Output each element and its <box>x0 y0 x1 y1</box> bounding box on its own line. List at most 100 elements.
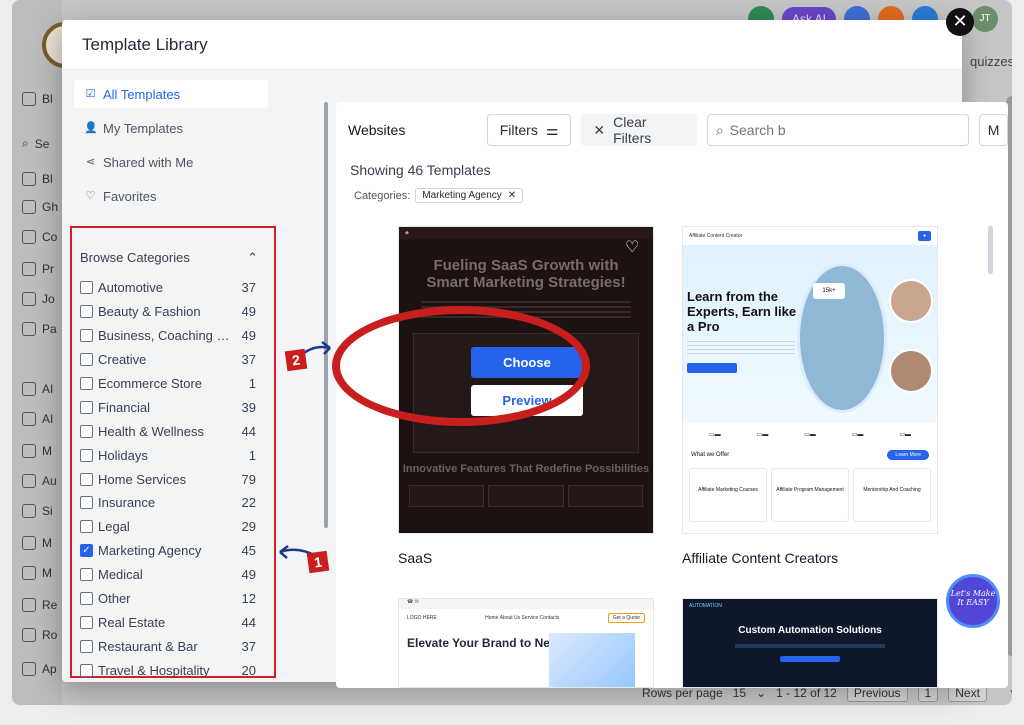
category-row[interactable]: Other 12 <box>80 587 256 611</box>
category-name: Financial <box>98 399 151 415</box>
offer-row: What we Offer Learn More <box>691 450 929 460</box>
category-checkbox[interactable] <box>80 639 93 653</box>
background-sidebar-item: Bl <box>22 92 53 106</box>
category-checkbox[interactable] <box>80 424 93 438</box>
category-row[interactable]: Real Estate 44 <box>80 610 256 634</box>
thumbnail-image <box>549 633 635 687</box>
category-row[interactable]: Automotive 37 <box>80 276 256 300</box>
category-name: Home Services <box>98 471 187 487</box>
template-card-automation[interactable]: AUTOMATION Custom Automation Solutions <box>682 598 938 688</box>
clear-filters-button[interactable]: ✕ Clear Filters <box>581 114 697 146</box>
scroll-down-icon: ▼ <box>1008 686 1012 700</box>
heart-icon[interactable]: ♡ <box>625 237 639 257</box>
background-sidebar-item: Ro <box>22 628 57 642</box>
category-checkbox[interactable] <box>80 592 93 606</box>
modal-header: Template Library <box>62 20 962 70</box>
stat-badge: 15k+ <box>813 283 845 299</box>
category-checkbox[interactable] <box>80 353 93 367</box>
category-name: Holidays <box>98 447 148 463</box>
thumbnail-nav: LOGO HERE Home About Us Service Contacts… <box>399 609 653 627</box>
section-label: Websites <box>348 122 406 138</box>
category-row[interactable]: Health & Wellness 44 <box>80 419 256 443</box>
category-checkbox[interactable] <box>80 329 93 343</box>
category-checkbox[interactable] <box>80 520 93 534</box>
category-count: 22 <box>241 495 256 511</box>
category-row[interactable]: Business, Coaching & Consulting 49 <box>80 324 256 348</box>
nav-all-templates[interactable]: ☑ All Templates <box>74 80 268 108</box>
sidebar-scrollbar[interactable] <box>324 102 328 528</box>
category-count: 1 <box>248 376 256 391</box>
more-dropdown[interactable]: M <box>978 114 1008 146</box>
avatar[interactable]: JT <box>972 6 998 32</box>
category-count: 37 <box>241 352 256 368</box>
main-scrollbar[interactable] <box>988 226 993 274</box>
category-row[interactable]: Beauty & Fashion 49 <box>80 300 256 324</box>
category-row[interactable]: Ecommerce Store 1 <box>80 372 256 396</box>
thumbnail-nav: AUTOMATION <box>689 603 722 609</box>
annotation-badge-2: 2 <box>284 348 308 372</box>
category-checkbox[interactable] <box>80 615 93 629</box>
nav-favorites[interactable]: ♡ Favorites <box>74 182 268 210</box>
browse-categories-header[interactable]: Browse Categories ⌃ <box>80 250 258 266</box>
background-sidebar-item: M <box>22 536 52 550</box>
template-card-brand[interactable]: ☎ ✉ LOGO HERE Home About Us Service Cont… <box>398 598 654 688</box>
category-checkbox[interactable] <box>80 377 93 390</box>
active-categories: Categories: Marketing Agency ✕ <box>354 188 524 203</box>
user-icon <box>22 92 36 106</box>
category-row[interactable]: Medical 49 <box>80 563 256 587</box>
nav-shared-with-me[interactable]: ⋖ Shared with Me <box>74 148 268 176</box>
category-checkbox[interactable] <box>80 496 93 510</box>
chevron-up-icon[interactable]: ⌃ <box>247 250 258 266</box>
category-checkbox[interactable] <box>80 448 93 462</box>
category-count: 79 <box>241 471 256 487</box>
thumbnail-subheadline: Innovative Features That Redefine Possib… <box>402 463 650 475</box>
background-sidebar-item: M <box>22 566 52 580</box>
category-count: 49 <box>241 328 256 344</box>
chevron-down-icon: ⌄ <box>756 686 767 700</box>
category-checkbox[interactable] <box>80 305 93 319</box>
category-row[interactable]: Financial 39 <box>80 395 256 419</box>
category-chip[interactable]: Marketing Agency ✕ <box>415 188 524 203</box>
search-input[interactable] <box>729 122 930 138</box>
category-row[interactable]: Travel & Hospitality 20 <box>80 658 256 682</box>
background-sidebar-item: Ap <box>22 662 57 676</box>
category-count: 12 <box>241 591 256 607</box>
category-checkbox[interactable]: ✓ <box>80 544 93 558</box>
category-row[interactable]: Home Services 79 <box>80 467 256 491</box>
templates-toolbar: Websites Filters ⚌ ✕ Clear Filters ⌕ M <box>348 114 1008 146</box>
background-sidebar-item: Pr <box>22 262 54 276</box>
category-count: 39 <box>241 399 256 415</box>
close-button[interactable]: ✕ <box>946 8 974 36</box>
background-sidebar-item: AI <box>22 382 53 396</box>
template-card-affiliate[interactable]: Affiliate Content Creator ● Learn from t… <box>682 226 938 534</box>
category-row[interactable]: Legal 29 <box>80 515 256 539</box>
search-field[interactable]: ⌕ <box>706 114 969 146</box>
category-checkbox[interactable] <box>80 568 93 582</box>
category-checkbox[interactable] <box>80 663 93 677</box>
category-name: Marketing Agency <box>98 543 202 559</box>
category-name: Creative <box>98 352 147 368</box>
category-row[interactable]: Creative 37 <box>80 348 256 372</box>
category-name: Travel & Hospitality <box>98 662 210 678</box>
category-checkbox[interactable] <box>80 400 93 414</box>
category-row[interactable]: Holidays 1 <box>80 443 256 467</box>
thumbnail-headline: Custom Automation Solutions <box>738 625 882 636</box>
search-icon: ⌕ <box>22 136 29 150</box>
category-row[interactable]: Insurance 22 <box>80 491 256 515</box>
nav-my-templates[interactable]: 👤 My Templates <box>74 114 268 142</box>
filters-button[interactable]: Filters ⚌ <box>486 114 572 146</box>
background-sidebar-item: Pa <box>22 322 57 336</box>
category-name: Ecommerce Store <box>98 376 203 391</box>
category-name: Restaurant & Bar <box>98 638 198 654</box>
close-icon[interactable]: ✕ <box>508 190 516 201</box>
category-list: Automotive 37 Beauty & Fashion 49 Business, … <box>80 276 256 682</box>
category-row[interactable]: ✓ Marketing Agency 45 <box>80 539 256 563</box>
category-row[interactable]: Restaurant & Bar 37 <box>80 634 256 658</box>
category-name: Automotive <box>98 280 164 296</box>
category-checkbox[interactable] <box>80 281 93 295</box>
category-checkbox[interactable] <box>80 472 93 486</box>
background-sidebar-item: Jo <box>22 292 55 306</box>
category-count: 1 <box>248 447 256 463</box>
share-icon: ⋖ <box>85 155 96 168</box>
annotation-badge-1: 1 <box>306 550 330 574</box>
